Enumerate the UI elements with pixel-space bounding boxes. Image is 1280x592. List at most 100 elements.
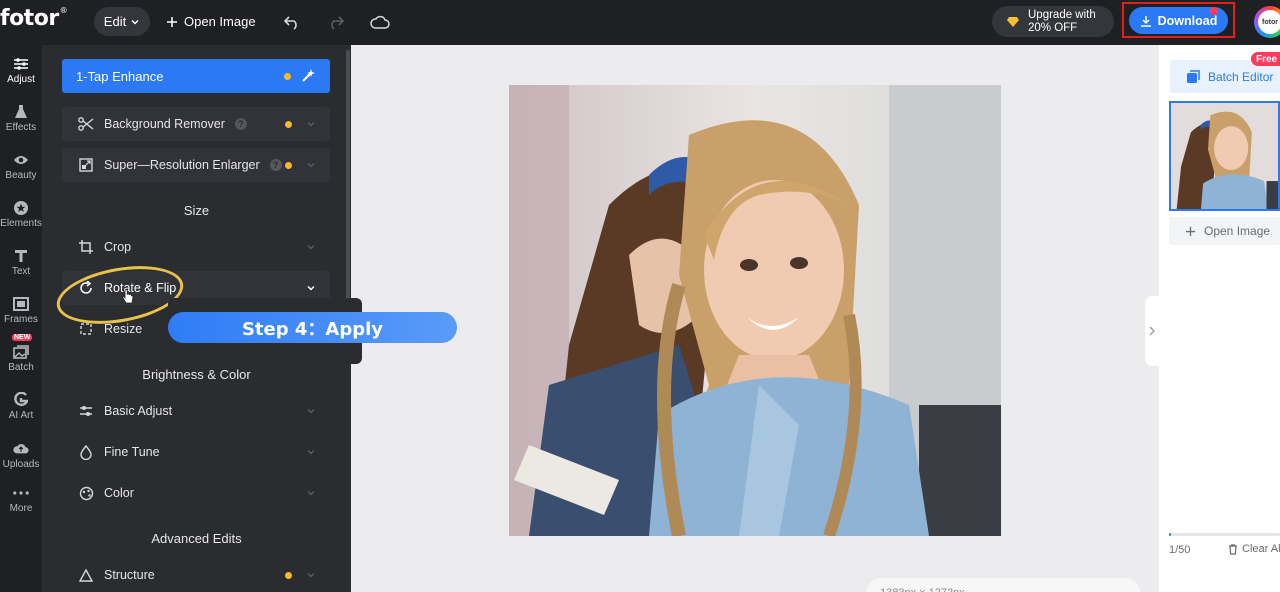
chevron-down-icon <box>307 245 315 250</box>
crop-icon <box>78 239 94 255</box>
image-count: 1/50 <box>1169 544 1191 556</box>
upload-icon <box>13 441 29 457</box>
chevron-down-icon <box>307 573 315 578</box>
frame-icon <box>13 296 29 312</box>
rail-item-beauty[interactable]: Beauty <box>0 144 42 188</box>
help-icon[interactable]: ? <box>234 118 247 130</box>
download-button[interactable]: Download <box>1129 7 1228 34</box>
section-size-heading: Size <box>183 203 210 218</box>
section-advanced-heading: Advanced Edits <box>151 531 242 546</box>
notification-dot <box>1210 7 1218 15</box>
photo-canvas[interactable] <box>509 85 1001 536</box>
right-open-image-button[interactable]: Open Image <box>1169 217 1280 245</box>
fotor-logo[interactable]: fotor® <box>0 6 68 31</box>
text-icon <box>13 248 29 264</box>
chevron-down-icon <box>131 19 139 24</box>
edit-label: Edit <box>103 14 127 29</box>
image-thumbnail[interactable] <box>1169 101 1280 211</box>
structure-label: Structure <box>104 568 155 582</box>
download-highlight-box: Download <box>1122 2 1235 38</box>
edit-menu-button[interactable]: Edit <box>94 7 150 36</box>
rail-label: Batch <box>8 361 34 373</box>
hand-cursor-icon <box>122 289 134 310</box>
batch-icon <box>13 344 29 360</box>
right-open-image-label: Open Image <box>1204 224 1271 238</box>
undo-icon[interactable] <box>282 12 302 32</box>
rail-label: Beauty <box>5 169 37 181</box>
rail-item-elements[interactable]: Elements <box>0 192 42 236</box>
premium-dot <box>284 73 291 80</box>
fine-tune-label: Fine Tune <box>104 445 160 459</box>
crop-label: Crop <box>104 240 132 254</box>
upgrade-line2: 20% OFF <box>1028 21 1078 34</box>
background-remover-item[interactable]: Background Remover ? <box>62 107 330 141</box>
clear-all-label: Clear All <box>1242 543 1280 555</box>
premium-dot <box>285 121 292 128</box>
premium-dot <box>285 572 292 579</box>
chevron-down-icon <box>307 409 315 414</box>
cloud-icon[interactable] <box>370 12 390 32</box>
droplet-icon <box>78 444 94 460</box>
rail-item-adjust[interactable]: Adjust <box>0 48 42 92</box>
help-icon[interactable]: ? <box>269 159 282 171</box>
clear-all-button[interactable]: Clear All <box>1228 543 1280 555</box>
enhance-label: 1-Tap Enhance <box>76 68 164 84</box>
download-label: Download <box>1157 13 1218 28</box>
ai-art-icon <box>13 392 29 408</box>
chevron-down-icon <box>307 450 315 455</box>
left-rail: Adjust Effects Beauty Elements Text Fram… <box>0 45 42 592</box>
more-icon <box>13 485 29 501</box>
rail-label: More <box>9 502 33 514</box>
rail-label: Frames <box>4 313 38 325</box>
rail-item-text[interactable]: Text <box>0 240 42 284</box>
upgrade-button[interactable]: Upgrade with 20% OFF <box>992 6 1114 37</box>
rail-label: Uploads <box>2 458 40 470</box>
crop-item[interactable]: Crop <box>62 230 330 264</box>
eye-icon <box>13 152 29 168</box>
redo-icon[interactable] <box>326 12 346 32</box>
fine-tune-item[interactable]: Fine Tune <box>62 435 330 469</box>
plus-icon <box>1185 226 1196 236</box>
scissors-icon <box>78 116 94 132</box>
chevron-down-icon <box>307 163 315 168</box>
batch-editor-label: Batch Editor <box>1208 69 1274 84</box>
avatar[interactable]: fotor <box>1254 6 1280 38</box>
open-image-button[interactable]: Open Image <box>166 7 256 36</box>
color-item[interactable]: Color <box>62 476 330 510</box>
palette-icon <box>78 485 94 501</box>
chevron-down-icon <box>307 122 315 127</box>
flask-icon <box>13 104 29 120</box>
panel-scrollbar-thumb[interactable] <box>346 50 350 300</box>
chevron-down-icon <box>307 285 315 291</box>
color-label: Color <box>104 486 134 500</box>
magic-wand-icon <box>300 68 316 87</box>
background-remover-label: Background Remover <box>104 117 225 131</box>
super-resolution-label: Super—Resolution Enlarger <box>104 158 260 172</box>
basic-adjust-item[interactable]: Basic Adjust <box>62 394 330 428</box>
batch-editor-icon <box>1187 69 1200 83</box>
super-resolution-item[interactable]: Super—Resolution Enlarger ? <box>62 148 330 182</box>
structure-item[interactable]: Structure <box>62 558 330 592</box>
rail-item-batch[interactable]: NEW Batch <box>0 334 42 380</box>
collapse-right-panel-button[interactable] <box>1145 296 1159 366</box>
rail-item-effects[interactable]: Effects <box>0 96 42 140</box>
rail-item-uploads[interactable]: Uploads <box>0 433 42 477</box>
canvas-status-bar: 1383px × 1272px <box>866 578 1140 592</box>
rail-item-more[interactable]: More <box>0 477 42 521</box>
enlarge-icon <box>78 157 94 173</box>
rail-item-ai-art[interactable]: AI Art <box>0 384 42 428</box>
trash-icon <box>1229 543 1237 555</box>
upgrade-line1: Upgrade with <box>1028 8 1096 21</box>
triangle-icon <box>78 567 94 583</box>
free-badge: Free <box>1251 52 1280 66</box>
rail-item-frames[interactable]: Frames <box>0 288 42 332</box>
premium-dot <box>285 162 292 169</box>
star-icon <box>13 200 29 216</box>
one-tap-enhance-button[interactable]: 1-Tap Enhance <box>62 59 330 93</box>
sliders-icon <box>78 403 94 419</box>
resize-label: Resize <box>104 322 143 336</box>
batch-progress-bar <box>1169 533 1280 536</box>
rail-label: Effects <box>5 121 37 133</box>
section-brightness-heading: Brightness & Color <box>142 367 251 382</box>
batch-progress-fill <box>1169 533 1172 536</box>
